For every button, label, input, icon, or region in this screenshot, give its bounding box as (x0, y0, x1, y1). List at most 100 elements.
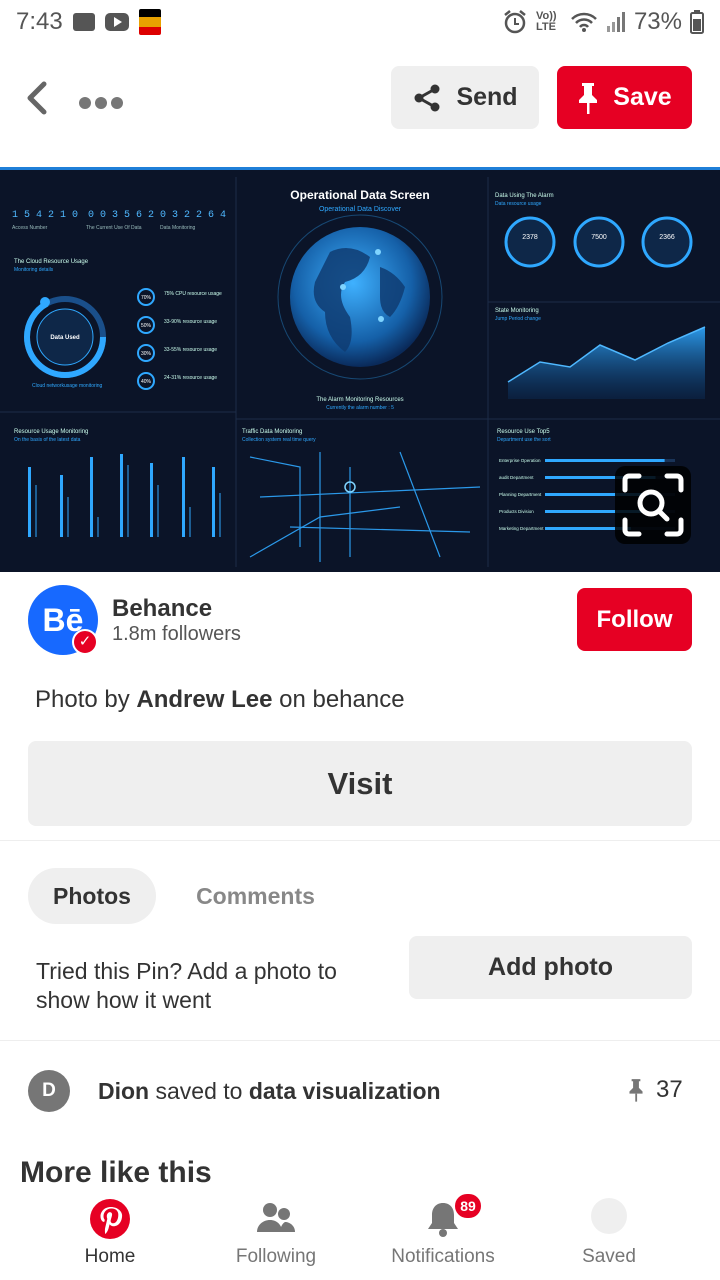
counter-label-3: Data Monitoring (160, 225, 196, 231)
globe-footer: The Alarm Monitoring Resources (316, 397, 403, 403)
pin-author-row: Bē ✓ Behance 1.8m followers Follow (28, 585, 692, 657)
top5-item-label: Products Division (499, 509, 534, 514)
svg-text:30%: 30% (141, 351, 152, 357)
author-followers: 1.8m followers (112, 623, 241, 645)
alarm-panel-title: Data Using The Alarm (495, 193, 554, 199)
save-label: Save (613, 83, 672, 111)
sony-liv-notification-icon (138, 9, 161, 35)
add-photo-button[interactable]: Add photo (409, 936, 692, 999)
tab-photos[interactable]: Photos (28, 868, 156, 924)
counter-1: 1 5 4 2 1 0 (12, 210, 78, 221)
battery-icon (690, 10, 704, 34)
send-label: Send (456, 83, 518, 111)
svg-text:50%: 50% (141, 323, 152, 329)
follow-button[interactable]: Follow (577, 588, 692, 651)
visit-button[interactable]: Visit (28, 741, 692, 826)
svg-text:70%: 70% (141, 295, 152, 301)
back-button[interactable] (22, 78, 54, 118)
dashboard-subtitle: Operational Data Discover (319, 206, 402, 213)
counter-3: 0 3 2 2 6 4 (160, 210, 226, 221)
cloud-panel-title: The Cloud Resource Usage (14, 259, 89, 265)
send-button[interactable]: Send (391, 66, 539, 129)
save-button[interactable]: Save (557, 66, 692, 129)
data-used-label: Data Used (50, 335, 80, 341)
top5-item-label: Marketing Department (499, 526, 544, 531)
svg-text:2366: 2366 (659, 234, 675, 241)
dashboard-title: Operational Data Screen (290, 188, 429, 202)
top5-item-label: Planning Department (499, 492, 542, 497)
top5-panel-sub: Department use the sort (497, 437, 551, 443)
credit-person: Andrew Lee (136, 686, 273, 713)
divider (0, 1040, 720, 1041)
notifications-badge: 89 (453, 1192, 483, 1220)
more-like-this-heading: More like this (20, 1156, 212, 1189)
verified-check-icon: ✓ (72, 629, 98, 655)
pin-action-bar: Send Save (0, 44, 720, 154)
counter-label-1: Access Number (12, 225, 48, 231)
resource-panel-sub: On the basis of the latest data (14, 437, 81, 443)
saver-name[interactable]: Dion (98, 1078, 149, 1104)
alarm-icon (504, 10, 526, 34)
cloud-footer: Cloud networkusage monitoring (32, 383, 103, 389)
nav-notifications[interactable]: 89 Notifications (363, 1192, 523, 1280)
globe-footer-sub: Currently the alarm number : 5 (326, 405, 394, 411)
nav-saved[interactable]: Saved (529, 1192, 689, 1280)
saver-avatar[interactable]: D (28, 1070, 70, 1112)
author-name[interactable]: Behance (112, 595, 212, 623)
signal-icon (606, 12, 625, 32)
photo-credit: Photo by Andrew Lee on behance (35, 686, 405, 713)
svg-text:2378: 2378 (522, 234, 538, 241)
more-dots-icon (79, 97, 123, 109)
svg-text:75% CPU resource usage: 75% CPU resource usage (164, 291, 222, 297)
pin-icon (579, 82, 598, 114)
counter-2: 0 0 3 5 6 2 (88, 210, 154, 221)
dashboard-artwork: Operational Data Screen Operational Data… (0, 167, 720, 572)
nav-following-label: Following (235, 1246, 317, 1267)
state-panel-title: State Monitoring (495, 308, 539, 314)
nav-notifications-label: Notifications (391, 1246, 495, 1267)
nav-following[interactable]: Following (196, 1192, 356, 1280)
traffic-panel-title: Traffic Data Monitoring (242, 429, 302, 435)
more-options-button[interactable] (78, 80, 124, 119)
board-name[interactable]: data visualization (249, 1078, 441, 1104)
traffic-panel-sub: Collection system real time query (242, 437, 316, 443)
save-count: 37 (628, 1076, 683, 1104)
share-icon (414, 84, 440, 111)
chevron-left-icon (27, 81, 47, 115)
svg-text:33-90% resource usage: 33-90% resource usage (164, 319, 217, 325)
pinterest-logo-icon (90, 1199, 130, 1239)
nav-home[interactable]: Home (30, 1192, 190, 1280)
svg-text:7500: 7500 (591, 234, 607, 241)
nav-saved-label: Saved (582, 1246, 636, 1267)
nav-home-label: Home (84, 1246, 136, 1267)
svg-text:24-31% resource usage: 24-31% resource usage (164, 375, 217, 381)
top5-item-label: audit Department (499, 475, 534, 480)
alarm-panel-sub: Data resource usage (495, 201, 542, 207)
lens-search-icon (622, 473, 684, 537)
cloud-panel-sub: Monitoring details (14, 267, 54, 273)
people-icon (257, 1203, 295, 1232)
battery-percent: 73% (633, 8, 682, 35)
divider (0, 840, 720, 841)
profile-avatar-icon (591, 1198, 627, 1234)
status-bar: 7:43 Vo)) LTE 73% (0, 0, 720, 44)
tried-pin-prompt: Tried this Pin? Add a photo to show how … (36, 958, 337, 1013)
volte-indicator: Vo)) LTE (535, 10, 557, 33)
saved-to-text: Dion saved to data visualization (98, 1078, 441, 1104)
bottom-nav: Home Following 89 Notifications Saved (0, 1192, 720, 1280)
svg-text:33-55% resource usage: 33-55% resource usage (164, 347, 217, 353)
pin-icon (629, 1079, 643, 1102)
tab-comments[interactable]: Comments (178, 868, 333, 924)
visual-search-button[interactable] (615, 466, 691, 544)
youtube-notification-icon (104, 13, 129, 31)
top5-item-label: Enterprise Operation (499, 458, 541, 463)
gallery-notification-icon (72, 13, 95, 31)
top5-panel-title: Resource Use Top5 (497, 429, 550, 435)
wifi-icon (571, 12, 597, 32)
state-panel-sub: Jump Period change (495, 316, 541, 322)
status-time: 7:43 (16, 8, 63, 35)
counter-label-2: The Current Use Of Data (86, 225, 142, 231)
resource-panel-title: Resource Usage Monitoring (14, 429, 88, 435)
svg-text:40%: 40% (141, 379, 152, 385)
pin-image[interactable]: Operational Data Screen Operational Data… (0, 167, 720, 572)
